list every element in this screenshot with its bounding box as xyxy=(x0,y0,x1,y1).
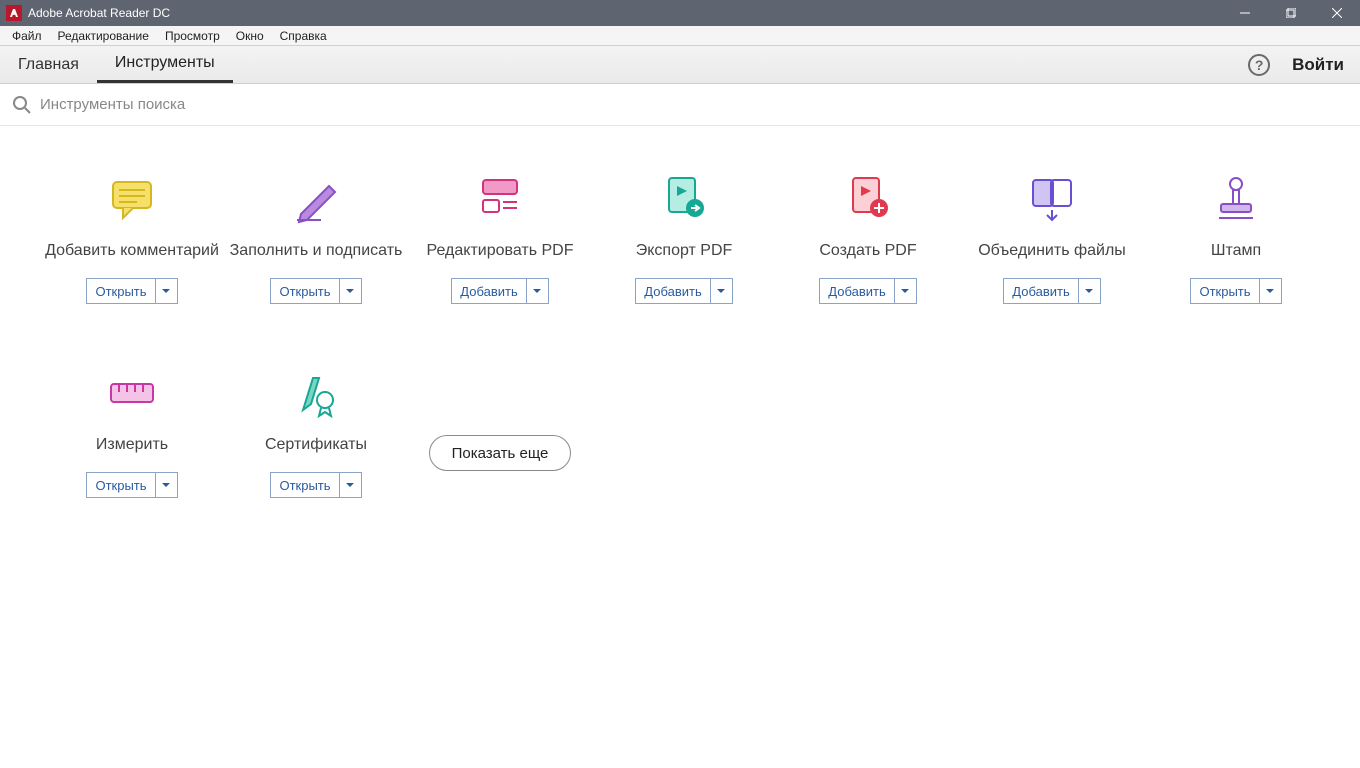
tool-action-menu[interactable] xyxy=(340,472,362,498)
tab-home[interactable]: Главная xyxy=(0,46,97,83)
tool-label: Объединить файлы xyxy=(978,230,1126,272)
export-pdf-icon xyxy=(659,174,709,224)
close-button[interactable] xyxy=(1314,0,1360,26)
search-icon xyxy=(12,95,32,115)
menu-edit[interactable]: Редактирование xyxy=(50,26,157,46)
tool-action-button[interactable]: Открыть xyxy=(270,278,339,304)
menubar: Файл Редактирование Просмотр Окно Справк… xyxy=(0,26,1360,46)
search-input[interactable] xyxy=(40,96,1348,113)
combine-files-icon xyxy=(1027,174,1077,224)
help-glyph: ? xyxy=(1255,57,1264,73)
menu-file[interactable]: Файл xyxy=(4,26,50,46)
tool-combine-files[interactable]: Объединить файлы Добавить xyxy=(960,174,1144,304)
tools-panel: Добавить комментарий Открыть Заполнить и… xyxy=(0,126,1360,498)
certificate-icon xyxy=(291,368,341,418)
comment-icon xyxy=(107,174,157,224)
tool-fill-sign[interactable]: Заполнить и подписать Открыть xyxy=(224,174,408,304)
tool-label: Редактировать PDF xyxy=(427,230,574,272)
ruler-icon xyxy=(107,368,157,418)
help-icon[interactable]: ? xyxy=(1248,54,1270,76)
tool-label: Экспорт PDF xyxy=(636,230,733,272)
tool-action-button[interactable]: Добавить xyxy=(1003,278,1078,304)
signin-button[interactable]: Войти xyxy=(1292,55,1344,75)
tool-action-button[interactable]: Открыть xyxy=(86,472,155,498)
tool-action-button[interactable]: Добавить xyxy=(635,278,710,304)
menu-window[interactable]: Окно xyxy=(228,26,272,46)
tool-export-pdf[interactable]: Экспорт PDF Добавить xyxy=(592,174,776,304)
tool-action-menu[interactable] xyxy=(1079,278,1101,304)
tool-action-menu[interactable] xyxy=(1260,278,1282,304)
tool-action-menu[interactable] xyxy=(895,278,917,304)
tool-action-button[interactable]: Открыть xyxy=(270,472,339,498)
tool-action-menu[interactable] xyxy=(340,278,362,304)
tool-certificates[interactable]: Сертификаты Открыть xyxy=(224,368,408,498)
window-title: Adobe Acrobat Reader DC xyxy=(28,6,170,20)
toolbar: Главная Инструменты ? Войти xyxy=(0,46,1360,84)
searchbar xyxy=(0,84,1360,126)
tool-action-menu[interactable] xyxy=(156,472,178,498)
tool-label: Измерить xyxy=(96,424,168,466)
menu-help[interactable]: Справка xyxy=(272,26,335,46)
tool-create-pdf[interactable]: Создать PDF Добавить xyxy=(776,174,960,304)
tool-stamp[interactable]: Штамп Открыть xyxy=(1144,174,1328,304)
tool-action-button[interactable]: Открыть xyxy=(1190,278,1259,304)
minimize-button[interactable] xyxy=(1222,0,1268,26)
tool-measure[interactable]: Измерить Открыть xyxy=(40,368,224,498)
tab-tools[interactable]: Инструменты xyxy=(97,46,233,83)
tool-add-comment[interactable]: Добавить комментарий Открыть xyxy=(40,174,224,304)
tool-label: Заполнить и подписать xyxy=(230,230,403,272)
stamp-icon xyxy=(1211,174,1261,224)
tool-label: Создать PDF xyxy=(819,230,916,272)
show-more-button[interactable]: Показать еще xyxy=(429,435,572,471)
tool-action-menu[interactable] xyxy=(156,278,178,304)
tool-label: Сертификаты xyxy=(265,424,367,466)
window-titlebar: Adobe Acrobat Reader DC xyxy=(0,0,1360,26)
edit-pdf-icon xyxy=(475,174,525,224)
tool-action-button[interactable]: Добавить xyxy=(819,278,894,304)
tool-action-menu[interactable] xyxy=(527,278,549,304)
tool-edit-pdf[interactable]: Редактировать PDF Добавить xyxy=(408,174,592,304)
show-more-wrapper: Показать еще xyxy=(408,368,592,498)
maximize-button[interactable] xyxy=(1268,0,1314,26)
tool-label: Штамп xyxy=(1211,230,1261,272)
tool-action-button[interactable]: Добавить xyxy=(451,278,526,304)
menu-view[interactable]: Просмотр xyxy=(157,26,228,46)
tool-action-menu[interactable] xyxy=(711,278,733,304)
pen-icon xyxy=(291,174,341,224)
tool-action-button[interactable]: Открыть xyxy=(86,278,155,304)
app-icon xyxy=(6,5,22,21)
tool-label: Добавить комментарий xyxy=(45,230,219,272)
create-pdf-icon xyxy=(843,174,893,224)
